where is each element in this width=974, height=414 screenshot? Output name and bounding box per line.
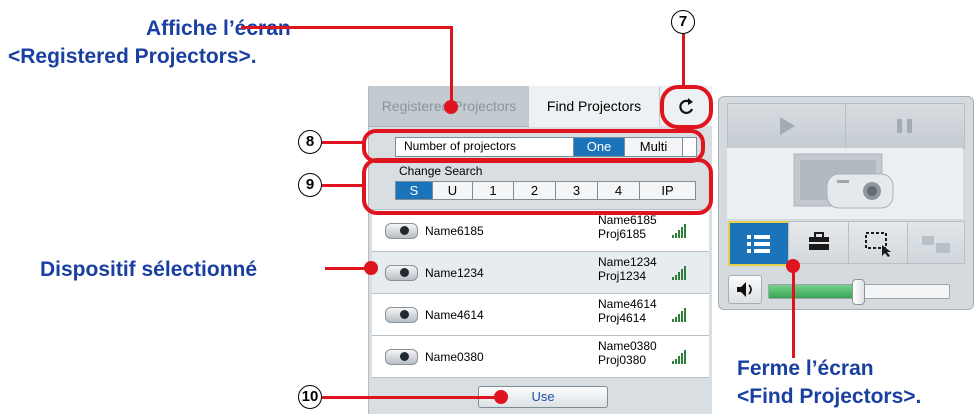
callout-close-line2: <Find Projectors>. bbox=[737, 385, 922, 408]
projector-detail-proj: Proj1234 bbox=[598, 269, 647, 283]
projector-icon bbox=[385, 265, 418, 281]
list-item[interactable]: Name6185 Name6185 Proj6185 bbox=[372, 209, 709, 251]
marker-9: 9 bbox=[298, 173, 322, 197]
area-select-icon bbox=[865, 232, 891, 257]
projector-name: Name4614 bbox=[425, 308, 484, 322]
projector-detail-name: Name0380 bbox=[598, 339, 657, 353]
leader-line bbox=[682, 34, 685, 86]
list-item[interactable]: Name4614 Name4614 Proj4614 bbox=[372, 293, 709, 335]
projector-icon bbox=[385, 307, 418, 323]
list-item[interactable]: Name0380 Name0380 Proj0380 bbox=[372, 335, 709, 378]
marker-7: 7 bbox=[671, 10, 695, 34]
toolbox-icon bbox=[809, 232, 829, 250]
projector-icon bbox=[385, 349, 418, 365]
signal-icon bbox=[672, 350, 687, 364]
signal-icon bbox=[672, 224, 687, 238]
play-icon bbox=[780, 117, 795, 135]
leader-dot bbox=[444, 100, 458, 114]
marker-10: 10 bbox=[298, 385, 322, 409]
projector-icon bbox=[385, 223, 418, 239]
projector-detail-proj: Proj6185 bbox=[598, 227, 647, 241]
list-item-selected[interactable]: Name1234 Name1234 Proj1234 bbox=[372, 251, 709, 293]
projector-detail-name: Name1234 bbox=[598, 255, 657, 269]
play-button[interactable] bbox=[727, 103, 846, 149]
projector-display-area bbox=[727, 148, 963, 219]
toolbox-button[interactable] bbox=[788, 221, 849, 264]
split-screen-button[interactable] bbox=[907, 221, 965, 264]
projector-detail-proj: Proj4614 bbox=[598, 311, 647, 325]
callout-close-line1: Ferme l’écran bbox=[737, 357, 874, 380]
leader-line bbox=[792, 266, 795, 358]
signal-icon bbox=[672, 308, 687, 322]
pause-button[interactable] bbox=[845, 103, 965, 149]
leader-dot bbox=[364, 261, 378, 275]
projector-name: Name0380 bbox=[425, 350, 484, 364]
leader-line bbox=[322, 396, 500, 399]
leader-line bbox=[450, 26, 453, 106]
projector-detail-name: Name6185 bbox=[598, 213, 657, 227]
highlight-change-search bbox=[362, 158, 713, 215]
callout-selected-device: Dispositif sélectionné bbox=[40, 258, 258, 281]
area-select-button[interactable] bbox=[848, 221, 908, 264]
callout-registered-line2: <Registered Projectors>. bbox=[8, 45, 257, 68]
split-screen-icon bbox=[922, 236, 950, 253]
volume-button[interactable] bbox=[728, 275, 762, 304]
projector-name: Name1234 bbox=[425, 266, 484, 280]
speaker-icon bbox=[737, 282, 752, 297]
volume-slider[interactable] bbox=[768, 279, 950, 305]
leader-line bbox=[322, 184, 364, 187]
volume-level-fill bbox=[769, 285, 861, 298]
volume-slider-thumb[interactable] bbox=[852, 279, 865, 305]
leader-dot bbox=[786, 259, 800, 273]
projector-detail-name: Name4614 bbox=[598, 297, 657, 311]
projector-detail-proj: Proj0380 bbox=[598, 353, 647, 367]
list-view-button[interactable] bbox=[728, 221, 790, 266]
screen-projector-icon bbox=[793, 153, 894, 209]
leader-line bbox=[322, 141, 364, 144]
marker-8: 8 bbox=[298, 130, 322, 154]
pause-icon bbox=[897, 119, 912, 133]
projector-name: Name6185 bbox=[425, 224, 484, 238]
list-icon bbox=[747, 235, 770, 253]
leader-dot bbox=[494, 390, 508, 404]
highlight-refresh bbox=[660, 85, 713, 129]
tab-find-projectors[interactable]: Find Projectors bbox=[529, 86, 659, 127]
signal-icon bbox=[672, 266, 687, 280]
leader-line bbox=[241, 26, 453, 29]
